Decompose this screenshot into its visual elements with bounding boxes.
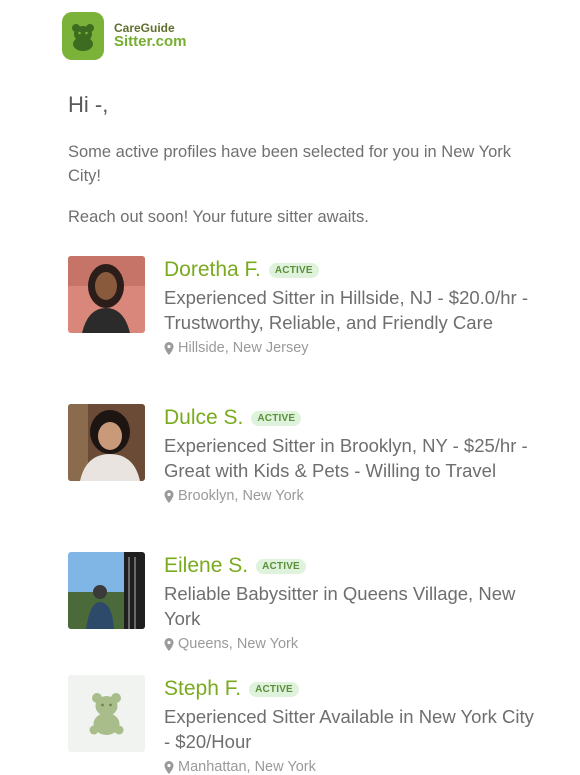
greeting: Hi -, xyxy=(68,92,109,117)
brand-logo[interactable]: CareGuide Sitter.com xyxy=(62,12,187,60)
active-badge: ACTIVE xyxy=(256,558,306,574)
cta-text: Reach out soon! Your future sitter await… xyxy=(68,208,369,226)
map-pin-icon xyxy=(164,489,174,503)
sitter-location: Manhattan, New York xyxy=(164,759,544,775)
bear-placeholder-icon xyxy=(89,693,124,735)
sitter-location: Brooklyn, New York xyxy=(164,488,544,504)
location-label: Manhattan, New York xyxy=(178,759,316,775)
brand-line-2: Sitter.com xyxy=(114,33,187,51)
sitter-headline[interactable]: Experienced Sitter in Hillside, NJ - $20… xyxy=(164,285,544,335)
bear-logo-icon xyxy=(62,12,104,60)
sitter-headline[interactable]: Experienced Sitter Available in New York… xyxy=(164,704,544,754)
profile-photo[interactable] xyxy=(68,256,145,333)
sitter-name[interactable]: Eilene S. xyxy=(164,554,248,578)
profile-photo[interactable] xyxy=(68,404,145,481)
email-page: CareGuide Sitter.com Hi -, Some active p… xyxy=(0,0,580,775)
sitter-name[interactable]: Doretha F. xyxy=(164,258,261,282)
sitter-location: Queens, New York xyxy=(164,636,544,652)
active-badge: ACTIVE xyxy=(249,681,299,697)
active-badge: ACTIVE xyxy=(251,410,302,426)
sitter-name[interactable]: Steph F. xyxy=(164,677,241,701)
intro-text: Some active profiles have been selected … xyxy=(68,143,512,185)
map-pin-icon xyxy=(164,760,174,774)
location-label: Brooklyn, New York xyxy=(178,488,304,504)
profile-photo[interactable] xyxy=(68,552,145,629)
sitter-name[interactable]: Dulce S. xyxy=(164,406,243,430)
map-pin-icon xyxy=(164,341,174,355)
sitter-headline[interactable]: Experienced Sitter in Brooklyn, NY - $25… xyxy=(164,433,544,483)
sitter-headline[interactable]: Reliable Babysitter in Queens Village, N… xyxy=(164,581,544,631)
active-badge: ACTIVE xyxy=(268,262,319,278)
sitter-location: Hillside, New Jersey xyxy=(164,340,544,356)
map-pin-icon xyxy=(164,637,174,651)
location-label: Queens, New York xyxy=(178,636,299,652)
profile-photo-placeholder[interactable] xyxy=(68,675,145,752)
location-label: Hillside, New Jersey xyxy=(178,340,309,356)
